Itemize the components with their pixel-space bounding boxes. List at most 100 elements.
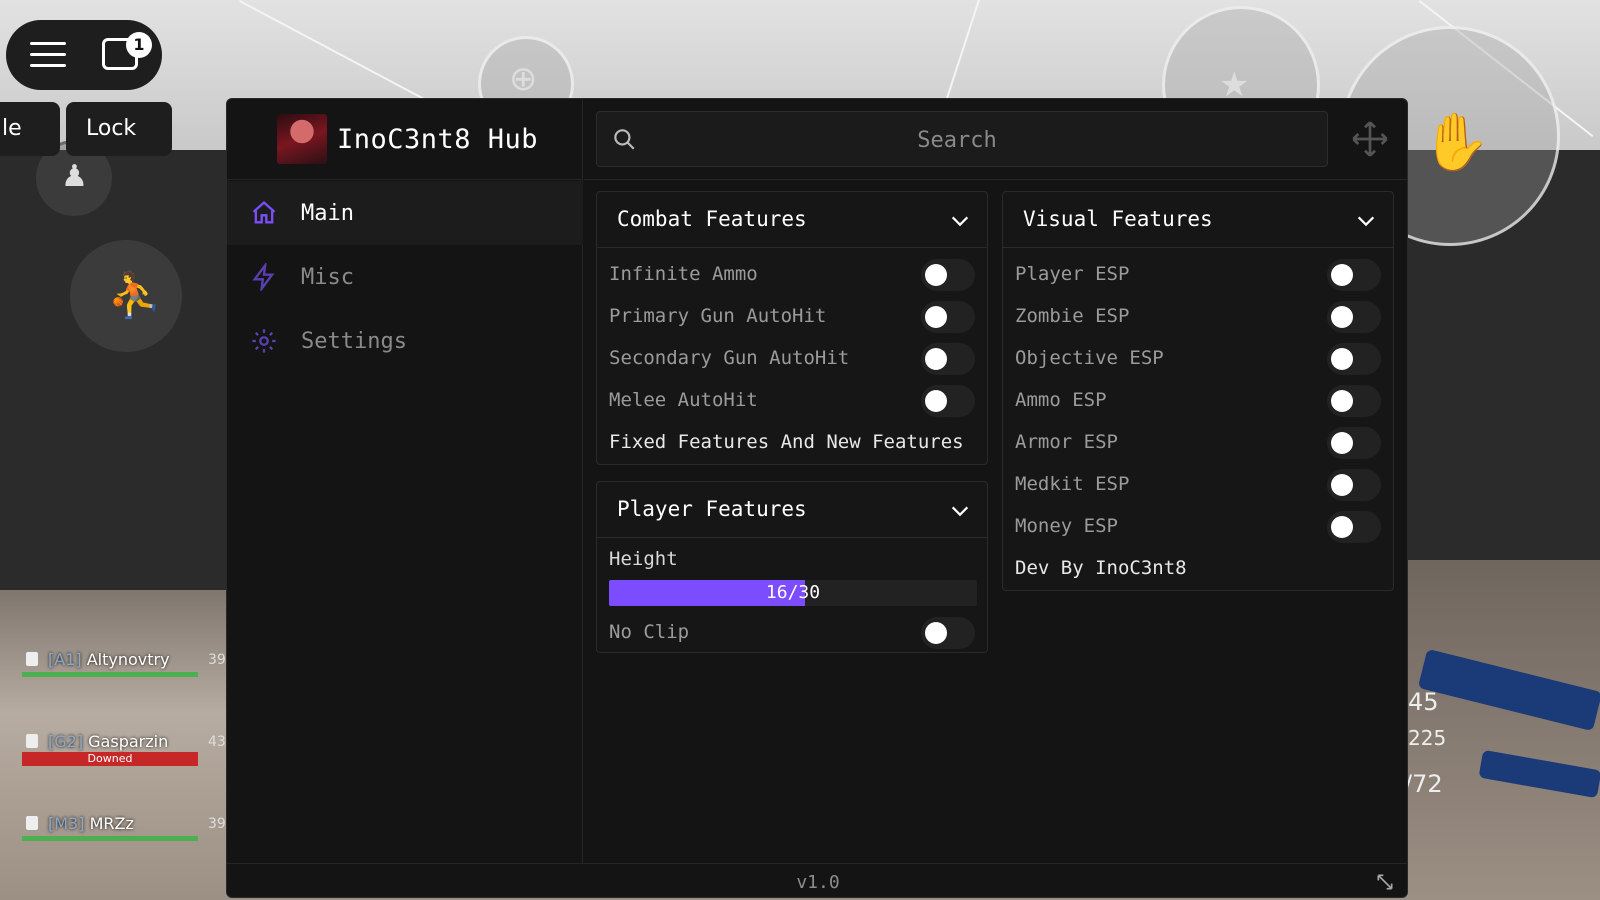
zombie-esp-toggle[interactable] — [1327, 301, 1381, 333]
combat-features-section: Combat Features Infinite Ammo Primary Gu… — [596, 191, 988, 465]
toggle-knob — [925, 348, 947, 370]
toggle-knob — [925, 622, 947, 644]
hub-footer: v1.0 — [227, 863, 1407, 897]
armor-esp-toggle[interactable] — [1327, 427, 1381, 459]
toggle-knob — [1331, 348, 1353, 370]
toggle-label: Player ESP — [1015, 263, 1130, 285]
infinite-ammo-toggle[interactable] — [921, 259, 975, 291]
secondary-gun-autohit-toggle[interactable] — [921, 343, 975, 375]
section-title: Player Features — [617, 497, 807, 521]
developer-credit: Dev By InoC3nt8 — [1015, 557, 1187, 579]
height-slider[interactable]: 16/30 — [609, 580, 977, 606]
nav-label: Main — [301, 200, 354, 226]
toggle-label: Medkit ESP — [1015, 473, 1130, 495]
downed-status: Downed — [22, 752, 198, 766]
chevron-down-icon[interactable] — [1355, 210, 1377, 236]
objective-esp-toggle[interactable] — [1327, 343, 1381, 375]
player-features-section: Player Features Height 16/30 No Clip — [596, 481, 988, 653]
divider — [584, 179, 1407, 180]
content-area: Combat Features Infinite Ammo Primary Gu… — [584, 99, 1407, 863]
melee-autohit-toggle[interactable] — [921, 385, 975, 417]
height-slider-row: Height 16/30 — [597, 538, 987, 612]
toggle-knob — [1331, 432, 1353, 454]
nav-item-misc[interactable]: Misc — [227, 245, 583, 309]
player-score: 43 — [208, 734, 226, 750]
hub-logo — [277, 114, 327, 164]
player-name: [G2] Gasparzin — [48, 732, 169, 751]
ammo-count: 45 — [1408, 688, 1439, 716]
toggle-label: Money ESP — [1015, 515, 1118, 537]
combat-note: Fixed Features And New Features — [609, 431, 964, 453]
medkit-esp-toggle[interactable] — [1327, 469, 1381, 501]
toggle-row-medkit-esp: Medkit ESP — [1003, 464, 1393, 506]
primary-gun-autohit-toggle[interactable] — [921, 301, 975, 333]
toggle-knob — [925, 264, 947, 286]
brand: InoC3nt8 Hub — [277, 113, 538, 165]
toggle-row-zombie-esp: Zombie ESP — [1003, 296, 1393, 338]
toggle-row-player-esp: Player ESP — [1003, 254, 1393, 296]
nav-label: Settings — [301, 328, 407, 354]
player-esp-toggle[interactable] — [1327, 259, 1381, 291]
hub-title: InoC3nt8 Hub — [337, 123, 539, 155]
search-input[interactable] — [657, 120, 1257, 160]
toggle-knob — [1331, 390, 1353, 412]
ammo-esp-toggle[interactable] — [1327, 385, 1381, 417]
slider-value: 16/30 — [765, 582, 821, 603]
section-header[interactable]: Combat Features — [597, 192, 987, 248]
note-row: Fixed Features And New Features — [597, 422, 987, 464]
chevron-down-icon[interactable] — [949, 210, 971, 236]
section-header[interactable]: Player Features — [597, 482, 987, 538]
move-icon[interactable] — [1350, 119, 1390, 163]
hub-window: InoC3nt8 Hub Main Misc Settings Search C… — [226, 98, 1408, 898]
search-icon — [611, 126, 637, 156]
health-bar — [22, 672, 198, 677]
player-icon — [26, 734, 38, 748]
section-title: Visual Features — [1023, 207, 1213, 231]
toggle-row-secondary-gun-autohit: Secondary Gun AutoHit — [597, 338, 987, 380]
toggle-label: Armor ESP — [1015, 431, 1118, 453]
crosshair-icon: ⊕ — [509, 59, 538, 99]
scoreboard-row: [A1] Altynovtry 39 — [0, 650, 226, 690]
toggle-row-armor-esp: Armor ESP — [1003, 422, 1393, 464]
player-score: 39 — [208, 652, 226, 668]
hamburger-menu-icon[interactable] — [30, 42, 66, 68]
player-icon — [26, 816, 38, 830]
nav-item-settings[interactable]: Settings — [227, 309, 583, 373]
crouch-button[interactable]: ⛹ — [70, 240, 182, 352]
home-icon — [249, 198, 279, 228]
toggle-label: Ammo ESP — [1015, 389, 1107, 411]
chat-badge: 1 — [126, 32, 152, 58]
toggle-row-ammo-esp: Ammo ESP — [1003, 380, 1393, 422]
toggle-knob — [1331, 474, 1353, 496]
toggle-row-no-clip: No Clip — [597, 612, 987, 654]
section-title: Combat Features — [617, 207, 807, 231]
health-bar — [22, 836, 198, 841]
gear-icon — [249, 326, 279, 356]
money-esp-toggle[interactable] — [1327, 511, 1381, 543]
left-pill-button[interactable]: le — [0, 102, 60, 156]
no-clip-toggle[interactable] — [921, 617, 975, 649]
toggle-knob — [925, 390, 947, 412]
toggle-knob — [1331, 516, 1353, 538]
slider-label: Height — [609, 548, 678, 570]
lock-button[interactable]: Lock — [66, 102, 172, 156]
resize-icon[interactable] — [1375, 872, 1395, 896]
divider — [227, 179, 583, 180]
toggle-label: Objective ESP — [1015, 347, 1164, 369]
player-name: [A1] Altynovtry — [48, 650, 170, 669]
lightning-icon — [249, 262, 279, 292]
toggle-row-infinite-ammo: Infinite Ammo — [597, 254, 987, 296]
hand-icon: ✋ — [1421, 110, 1491, 175]
nav-item-main[interactable]: Main — [227, 181, 583, 245]
person-icon: ♟ — [61, 159, 88, 194]
player-name: [M3] MRZz — [48, 814, 134, 833]
section-header[interactable]: Visual Features — [1003, 192, 1393, 248]
visual-features-section: Visual Features Player ESP Zombie ESP Ob… — [1002, 191, 1394, 591]
toggle-label: Infinite Ammo — [609, 263, 758, 285]
chevron-down-icon[interactable] — [949, 500, 971, 526]
ammo-reserve: 225 — [1408, 726, 1447, 750]
toggle-knob — [1331, 306, 1353, 328]
toggle-knob — [925, 306, 947, 328]
note-row: Dev By InoC3nt8 — [1003, 548, 1393, 590]
toggle-knob — [1331, 264, 1353, 286]
